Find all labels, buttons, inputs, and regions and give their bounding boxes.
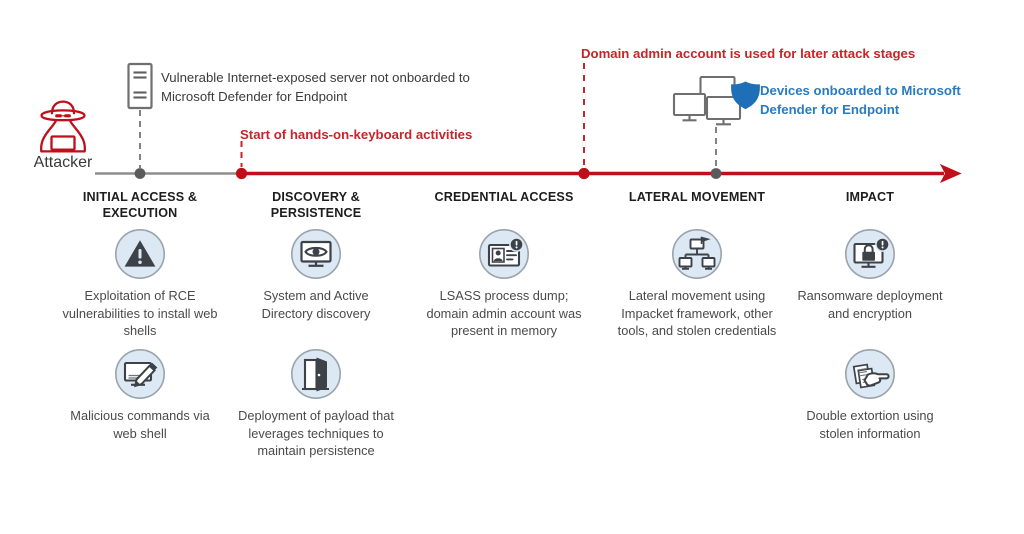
item-exploitation-rce: Exploitation of RCE vulnerabilities to i… xyxy=(60,228,220,340)
hand-documents-icon xyxy=(844,348,896,400)
stage-label-line1: LATERAL MOVEMENT xyxy=(628,190,766,204)
timeline-node-lateral-start xyxy=(578,167,590,180)
stage-label-lateral-movement: LATERAL MOVEMENT xyxy=(609,189,785,205)
item-label: Exploitation of RCE vulnerabilities to i… xyxy=(62,288,218,338)
timeline-node-initial-access xyxy=(134,168,146,179)
devices-callout-text: Devices onboarded to Microsoft Defender … xyxy=(760,83,961,117)
item-system-ad-discovery: System and Active Directory discovery xyxy=(236,228,396,322)
annotation-domain-admin: Domain admin account is used for later a… xyxy=(581,46,916,61)
item-lsass-dump: LSASS process dump; domain admin account… xyxy=(420,228,588,340)
monitor-pen-icon xyxy=(114,348,166,400)
timeline-node-discovery xyxy=(235,167,248,180)
item-label: Deployment of payload that leverages tec… xyxy=(238,408,394,458)
network-nodes-icon xyxy=(671,228,723,280)
item-label: Ransomware deployment and encryption xyxy=(797,288,943,321)
server-callout-text: Vulnerable Internet-exposed server not o… xyxy=(161,70,470,104)
item-ransomware-deployment: Ransomware deployment and encryption xyxy=(790,228,950,322)
item-label: Malicious commands via web shell xyxy=(70,408,210,441)
attacker-label: Attacker xyxy=(33,154,93,171)
monitor-eye-icon xyxy=(290,228,342,280)
annotation-hands-on-keyboard: Start of hands-on-keyboard activities xyxy=(240,127,473,142)
monitors-with-shield-icon xyxy=(672,75,760,126)
attacker-hat-laptop-icon xyxy=(40,100,86,153)
timeline-node-lateral-movement xyxy=(710,168,722,179)
item-malicious-commands: Malicious commands via web shell xyxy=(60,348,220,442)
item-lateral-movement: Lateral movement using Impacket framewor… xyxy=(608,228,786,340)
item-label: Double extortion using stolen informatio… xyxy=(806,408,934,441)
attacker-block: Attacker xyxy=(24,98,102,172)
stage-label-discovery: DISCOVERY & PERSISTENCE xyxy=(231,189,401,221)
stage-label-line1: IMPACT xyxy=(845,190,895,204)
stage-label-line1: CREDENTIAL ACCESS xyxy=(434,190,574,204)
stage-label-line2: PERSISTENCE xyxy=(270,206,362,220)
stage-label-line2: EXECUTION xyxy=(102,206,178,220)
item-label: Lateral movement using Impacket framewor… xyxy=(617,288,777,338)
id-card-alert-icon xyxy=(478,228,530,280)
monitor-lock-alert-icon xyxy=(844,228,896,280)
item-label: System and Active Directory discovery xyxy=(261,288,371,321)
open-door-icon xyxy=(290,348,342,400)
stage-label-credential-access: CREDENTIAL ACCESS xyxy=(416,189,592,205)
attack-chain-diagram: Attacker Vulnerable Internet-exposed ser… xyxy=(0,0,1024,534)
item-double-extortion: Double extortion using stolen informatio… xyxy=(790,348,950,442)
item-label: LSASS process dump; domain admin account… xyxy=(426,288,582,338)
stage-label-line1: INITIAL ACCESS & xyxy=(82,190,198,204)
stage-label-line1: DISCOVERY & xyxy=(272,190,360,204)
warning-triangle-icon xyxy=(114,228,166,280)
stage-label-impact: IMPACT xyxy=(790,189,950,205)
stage-label-initial-access: INITIAL ACCESS & EXECUTION xyxy=(55,189,225,221)
item-payload-persistence: Deployment of payload that leverages tec… xyxy=(236,348,396,460)
server-rack-icon xyxy=(127,62,153,110)
